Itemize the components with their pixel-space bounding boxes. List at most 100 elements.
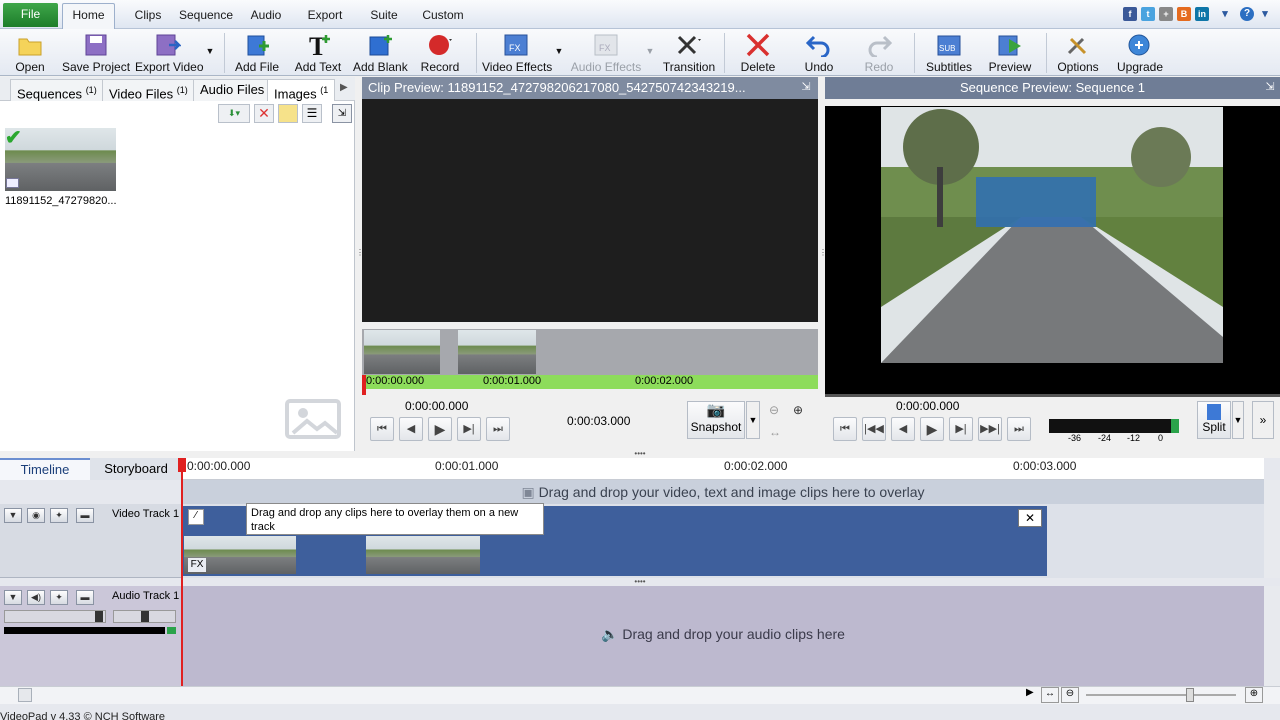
file-menu[interactable]: File	[3, 3, 58, 27]
audio-scrollbar[interactable]	[1264, 586, 1280, 686]
fit-timeline-icon[interactable]: ↔	[1041, 687, 1059, 703]
new-folder-icon[interactable]	[278, 104, 298, 123]
slider-handle[interactable]	[95, 611, 103, 622]
tab-clips[interactable]: Clips	[126, 4, 170, 26]
jump-start-button[interactable]: ⏮	[370, 417, 394, 441]
collapse-icon[interactable]: ▼	[4, 508, 22, 523]
tab-sequences[interactable]: Sequences (1)	[10, 79, 104, 101]
step-forward-button[interactable]: ▶|	[457, 417, 481, 441]
tab-custom[interactable]: Custom	[416, 4, 470, 26]
facebook-icon[interactable]: f	[1123, 7, 1137, 21]
more-icon[interactable]: »	[1252, 401, 1274, 439]
tab-audio[interactable]: Audio	[244, 4, 288, 26]
scroll-thumb[interactable]	[18, 688, 32, 702]
audio-drop-zone[interactable]: 🔈 Drag and drop your audio clips here	[182, 586, 1264, 686]
export-dropdown-icon[interactable]: ▼	[204, 31, 216, 75]
chevron-down-icon[interactable]: ▾	[1218, 7, 1232, 21]
preview-button[interactable]: Preview	[988, 31, 1032, 75]
effects-icon[interactable]: ✦	[50, 508, 68, 523]
audio-effects-dropdown-icon[interactable]: ▼	[644, 31, 656, 75]
tab-home[interactable]: Home	[62, 3, 115, 30]
fx-badge[interactable]: FX	[188, 558, 206, 572]
undock-icon[interactable]: ⇲	[798, 80, 814, 96]
jump-end-button[interactable]: ⏭	[486, 417, 510, 441]
options-button[interactable]: Options	[1056, 31, 1100, 75]
export-video-button[interactable]: Export Video	[135, 31, 204, 75]
add-blank-button[interactable]: Add Blank	[353, 31, 408, 75]
volume-slider[interactable]	[4, 610, 106, 623]
lock-icon[interactable]: ▬	[76, 590, 94, 605]
help-dropdown-icon[interactable]: ▾	[1258, 7, 1272, 21]
sequence-preview-screen[interactable]	[825, 106, 1280, 394]
timeline-playhead[interactable]	[181, 458, 183, 686]
collapse-icon[interactable]: ▼	[4, 590, 22, 605]
panel-resize-handle[interactable]: ⋮	[819, 249, 827, 274]
tab-scroll-right-icon[interactable]: ▶	[340, 82, 348, 93]
previous-marker-button[interactable]: |◀◀	[862, 417, 886, 441]
tab-audio-files[interactable]: Audio Files	[193, 79, 272, 101]
video-effects-button[interactable]: FX Video Effects	[482, 31, 552, 75]
tab-sequence[interactable]: Sequence	[176, 4, 236, 26]
speaker-icon[interactable]: ◀)	[27, 590, 45, 605]
eye-icon[interactable]: ◉	[27, 508, 45, 523]
splitter-handle[interactable]: ••••	[627, 578, 653, 586]
tab-timeline[interactable]: Timeline	[0, 458, 90, 480]
tab-images[interactable]: Images (1	[267, 79, 336, 101]
undock-icon[interactable]: ⇲	[332, 104, 352, 123]
redo-button[interactable]: Redo	[860, 31, 898, 75]
blogger-icon[interactable]: B	[1177, 7, 1191, 21]
sequence-progress-bar[interactable]	[825, 394, 1280, 397]
play-button[interactable]: ▶	[428, 417, 452, 441]
audio-effects-button[interactable]: FX Audio Effects	[570, 31, 642, 75]
list-view-icon[interactable]: ☰	[302, 104, 322, 123]
jump-start-button[interactable]: ⏮	[833, 417, 857, 441]
zoom-slider[interactable]	[1086, 694, 1236, 696]
zoom-out-icon[interactable]: ⊖	[769, 403, 779, 417]
tab-suite[interactable]: Suite	[362, 4, 406, 26]
video-scrollbar[interactable]	[1264, 480, 1280, 578]
timeline-ruler[interactable]: 0:00:00.000 0:00:01.000 0:00:02.000 0:00…	[182, 458, 1264, 480]
undo-button[interactable]: Undo	[800, 31, 838, 75]
step-back-button[interactable]: ◀	[399, 417, 423, 441]
play-button[interactable]: ▶	[920, 417, 944, 441]
overlay-drop-zone[interactable]: ▣ Drag and drop your video, text and ima…	[182, 480, 1264, 504]
splitter-handle[interactable]: ••••	[627, 450, 653, 458]
snapshot-button[interactable]: 📷 Snapshot	[687, 401, 745, 439]
remove-icon[interactable]: ✕	[254, 104, 274, 123]
clip-preview-screen[interactable]	[362, 99, 818, 322]
effects-icon[interactable]: ✦	[50, 590, 68, 605]
upgrade-button[interactable]: Upgrade	[1116, 31, 1164, 75]
zoom-slider-handle[interactable]	[1186, 688, 1194, 702]
split-dropdown-icon[interactable]: ▼	[1232, 401, 1244, 439]
transition-icon[interactable]: ✕	[1018, 509, 1042, 527]
lock-icon[interactable]: ▬	[76, 508, 94, 523]
transition-button[interactable]: Transition	[662, 31, 716, 75]
tab-export[interactable]: Export	[300, 4, 350, 26]
undock-icon[interactable]: ⇲	[1262, 80, 1278, 96]
linkedin-icon[interactable]: in	[1195, 7, 1209, 21]
jump-end-button[interactable]: ⏭	[1007, 417, 1031, 441]
scroll-right-icon[interactable]: ▶	[1026, 687, 1034, 698]
pan-slider[interactable]	[113, 610, 176, 623]
next-marker-button[interactable]: ▶▶|	[978, 417, 1002, 441]
share-icon[interactable]: +	[1159, 7, 1173, 21]
video-effects-dropdown-icon[interactable]: ▼	[553, 31, 565, 75]
fit-width-icon[interactable]: ↔	[769, 425, 781, 439]
snapshot-dropdown-icon[interactable]: ▼	[746, 401, 760, 439]
clip-filmstrip[interactable]	[362, 329, 818, 375]
horizontal-scrollbar[interactable]: ▶ ↔ ⊖ ⊕	[0, 686, 1280, 704]
playhead-handle[interactable]	[178, 458, 186, 472]
tab-video-files[interactable]: Video Files (1)	[102, 79, 195, 101]
clip-playhead[interactable]	[362, 375, 366, 395]
save-project-button[interactable]: Save Project	[62, 31, 130, 75]
help-icon[interactable]: ?	[1240, 7, 1254, 21]
slider-handle[interactable]	[141, 611, 149, 622]
add-file-button[interactable]: Add File	[234, 31, 280, 75]
panel-resize-handle[interactable]: ⋮	[356, 249, 364, 274]
import-icon[interactable]: ⬇▾	[218, 104, 250, 123]
add-text-button[interactable]: T Add Text	[293, 31, 343, 75]
delete-button[interactable]: Delete	[736, 31, 780, 75]
record-button[interactable]: Record	[418, 31, 462, 75]
open-button[interactable]: Open	[8, 31, 52, 75]
step-back-button[interactable]: ◀	[891, 417, 915, 441]
